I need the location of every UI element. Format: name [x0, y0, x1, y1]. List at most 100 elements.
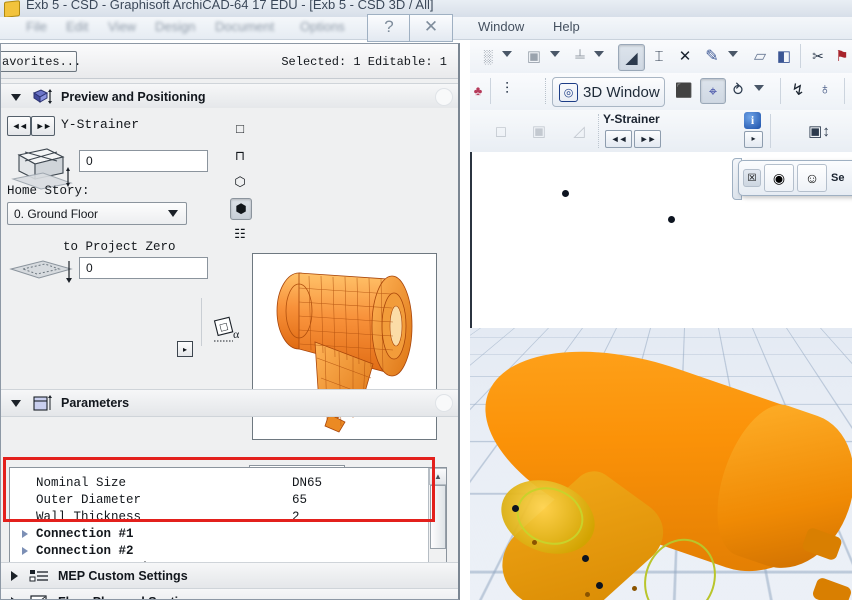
info-next-button[interactable]: ►►: [634, 130, 661, 148]
view-filmstrip-icon[interactable]: ☷: [230, 224, 250, 244]
node-hotspot[interactable]: [632, 586, 637, 591]
object-next-button[interactable]: ►►: [31, 116, 55, 136]
orbit-icon[interactable]: ⥁: [728, 80, 748, 100]
walk-icon[interactable]: ↯: [788, 79, 808, 101]
svg-text:α: α: [233, 327, 240, 341]
node-hotspot[interactable]: [585, 592, 590, 597]
project-zero-value-field[interactable]: 0: [79, 257, 208, 279]
section-header-parameters[interactable]: Parameters: [1, 389, 458, 417]
select-area-icon[interactable]: ▣: [528, 120, 550, 142]
column-dropdown-caret[interactable]: [594, 51, 604, 57]
param-value[interactable]: 2: [292, 510, 300, 524]
param-group-name: Connection #2: [36, 543, 134, 558]
param-name: Outer Diameter: [36, 492, 142, 507]
pin-icon[interactable]: ⚑: [832, 46, 852, 66]
selection-hotspot[interactable]: [668, 216, 675, 223]
selection-hotspot[interactable]: [582, 555, 589, 562]
help-button[interactable]: ?: [367, 14, 410, 42]
project-zero-button[interactable]: ▸: [177, 341, 193, 357]
table-row[interactable]: Wall Thickness 2: [10, 508, 426, 525]
edit-poly-icon[interactable]: ◻: [490, 120, 512, 142]
chevron-down-icon[interactable]: [11, 93, 21, 101]
menu-view[interactable]: View: [108, 19, 136, 34]
resize-object-icon[interactable]: ▣↕: [806, 118, 832, 144]
header-round-cap: [435, 394, 453, 412]
param-value[interactable]: 65: [292, 493, 307, 507]
info-prev-button[interactable]: ◄◄: [605, 130, 632, 148]
chevron-down-icon: [168, 210, 178, 217]
palette-close-icon[interactable]: ☒: [743, 169, 761, 187]
archicad-icon: [4, 0, 20, 17]
node-hotspot[interactable]: [532, 540, 537, 545]
menu-window[interactable]: Window: [478, 19, 524, 34]
scroll-up-button[interactable]: ▲: [429, 468, 446, 485]
section-header-mep[interactable]: MEP Custom Settings: [1, 562, 458, 590]
selection-hotspot[interactable]: [596, 582, 603, 589]
toolbar-separator: [598, 114, 600, 148]
view-3d-wire-icon[interactable]: ⬡: [230, 172, 250, 192]
slab-dropdown-caret[interactable]: [550, 51, 560, 57]
3d-viewport[interactable]: [470, 152, 852, 600]
menu-file[interactable]: File: [26, 19, 47, 34]
table-row[interactable]: Connection #2: [10, 542, 426, 559]
fill-tool-icon[interactable]: ▱: [750, 46, 770, 66]
mesh-dropdown-caret[interactable]: [502, 51, 512, 57]
figure-tool-icon[interactable]: ◧: [774, 46, 794, 66]
chevron-right-icon[interactable]: [11, 571, 18, 581]
home-story-select[interactable]: 0. Ground Floor: [7, 202, 187, 225]
hotspot-tool-icon[interactable]: ✕: [676, 46, 694, 66]
dimension-tool-icon[interactable]: ⌶: [648, 46, 670, 66]
table-row[interactable]: Connection #1: [10, 525, 426, 542]
info-expand-arrow[interactable]: ▸: [744, 131, 763, 148]
menu-design[interactable]: Design: [155, 19, 195, 34]
view-elevation-icon[interactable]: ⊓: [230, 146, 250, 166]
label-tool-icon[interactable]: ✎: [702, 46, 722, 66]
table-row[interactable]: Nominal Size DN65: [10, 474, 426, 491]
selection-hotspot[interactable]: [562, 190, 569, 197]
elevation-value-field[interactable]: 0: [79, 150, 208, 172]
design-toolbar: ░ ▣ ╧ ◢ ⌶ ✕ ✎ ▱ ◧ ✂ ⚑ ⊤: [470, 40, 852, 74]
mesh-tool-icon[interactable]: ░: [478, 46, 498, 66]
menu-help[interactable]: Help: [553, 19, 580, 34]
globe-icon[interactable]: ♁: [814, 79, 836, 101]
view-2d-symbol-icon[interactable]: □: [230, 118, 250, 138]
3d-navigation-palette[interactable]: ☒ ◉ ☺ Se: [738, 160, 852, 196]
sliders-icon[interactable]: ⫶: [496, 79, 518, 101]
transform-icon[interactable]: ◿: [568, 120, 590, 142]
menu-options[interactable]: Options: [300, 19, 345, 34]
3d-window-button[interactable]: ◎ 3D Window: [552, 77, 665, 107]
menu-edit[interactable]: Edit: [66, 19, 88, 34]
explore-head-icon[interactable]: ☺: [797, 164, 827, 192]
param-group-name: Connection #1: [36, 526, 134, 541]
section-title-parameters: Parameters: [61, 396, 130, 410]
section-header-preview[interactable]: Preview and Positioning: [1, 83, 458, 111]
toolbar-separator: [844, 78, 845, 104]
close-button[interactable]: ✕: [409, 14, 453, 42]
stair-tool-icon[interactable]: ◢: [618, 44, 645, 71]
chevron-right-icon[interactable]: [22, 547, 28, 555]
view-3d-shaded-icon[interactable]: ⬢: [230, 198, 252, 220]
info-icon[interactable]: i: [744, 112, 761, 129]
chevron-right-icon[interactable]: [22, 530, 28, 538]
label-dropdown-caret[interactable]: [728, 51, 738, 57]
param-value[interactable]: DN65: [292, 476, 322, 490]
box-icon[interactable]: ⬛: [674, 80, 694, 100]
toolbar-separator: [800, 44, 801, 68]
table-row[interactable]: Outer Diameter 65: [10, 491, 426, 508]
cut-icon[interactable]: ✂: [808, 46, 828, 66]
section-header-floorplan[interactable]: Floor Plan and Section: [1, 588, 458, 599]
column-tool-icon[interactable]: ╧: [572, 46, 588, 66]
selection-hotspot[interactable]: [512, 505, 519, 512]
object-prev-button[interactable]: ◄◄: [7, 116, 31, 136]
menu-document[interactable]: Document: [215, 19, 274, 34]
3d-window-label: 3D Window: [583, 83, 660, 101]
camera-icon[interactable]: ⌖: [700, 78, 726, 104]
scrollbar-thumb[interactable]: [430, 485, 446, 549]
favorites-button[interactable]: avorites...: [1, 51, 81, 72]
info-box-bar: ◻ ▣ ◿ ▣↕: [470, 110, 852, 153]
orbit-eye-icon[interactable]: ◉: [764, 164, 794, 192]
chevron-down-icon[interactable]: [11, 399, 21, 407]
slab-tool-icon[interactable]: ▣: [524, 46, 544, 66]
marker-icon[interactable]: ♣: [470, 80, 486, 100]
orbit-caret[interactable]: [754, 85, 764, 91]
